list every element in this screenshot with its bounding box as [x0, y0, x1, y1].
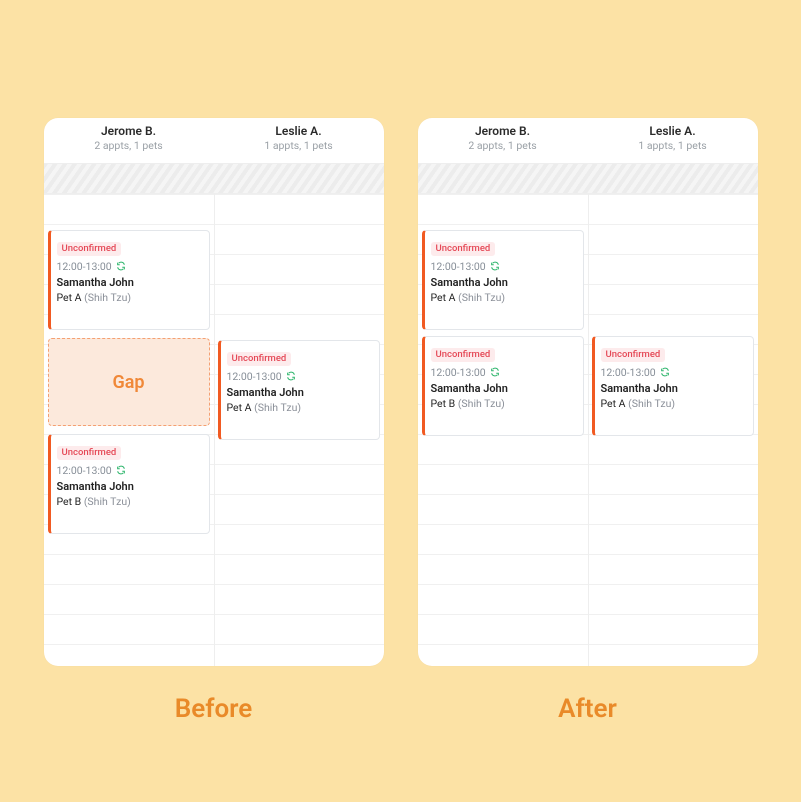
label-after: After [418, 694, 758, 724]
customer-name: Samantha John [57, 276, 203, 289]
appointment-card[interactable]: Unconfirmed 12:00-13:00 Samantha John Pe… [218, 340, 380, 440]
column-separator [214, 194, 215, 666]
staff-subtext: 2 appts, 1 pets [418, 139, 588, 152]
recurring-icon [490, 261, 500, 271]
recurring-icon [660, 367, 670, 377]
column-headers: Jerome B. 2 appts, 1 pets Leslie A. 1 ap… [44, 118, 384, 164]
panel-before: Jerome B. 2 appts, 1 pets Leslie A. 1 ap… [44, 118, 384, 666]
pet-name: Pet A [431, 291, 456, 304]
status-badge: Unconfirmed [57, 242, 122, 256]
status-badge: Unconfirmed [57, 446, 122, 460]
pet-breed: (Shih Tzu) [84, 495, 131, 508]
time-grid[interactable]: Unconfirmed 12:00-13:00 Samantha John Pe… [44, 194, 384, 666]
pet-row: Pet A (Shih Tzu) [227, 401, 373, 414]
appointment-card[interactable]: Unconfirmed 12:00-13:00 Samantha John Pe… [422, 230, 584, 330]
column-header-jerome: Jerome B. 2 appts, 1 pets [44, 118, 214, 163]
customer-name: Samantha John [601, 382, 747, 395]
panel-after: Jerome B. 2 appts, 1 pets Leslie A. 1 ap… [418, 118, 758, 666]
column-separator [588, 194, 589, 666]
customer-name: Samantha John [227, 386, 373, 399]
status-badge: Unconfirmed [601, 348, 666, 362]
appointment-card[interactable]: Unconfirmed 12:00-13:00 Samantha John Pe… [592, 336, 754, 436]
staff-name: Jerome B. [418, 124, 588, 138]
status-badge: Unconfirmed [227, 352, 292, 366]
appointment-time: 12:00-13:00 [431, 366, 486, 379]
staff-subtext: 2 appts, 1 pets [44, 139, 214, 152]
recurring-icon [116, 261, 126, 271]
appointment-time: 12:00-13:00 [431, 260, 486, 273]
pet-name: Pet A [57, 291, 82, 304]
unavailable-band [418, 164, 758, 194]
time-grid[interactable]: Unconfirmed 12:00-13:00 Samantha John Pe… [418, 194, 758, 666]
pet-row: Pet A (Shih Tzu) [57, 291, 203, 304]
appointment-time: 12:00-13:00 [227, 370, 282, 383]
pet-row: Pet B (Shih Tzu) [431, 397, 577, 410]
staff-name: Leslie A. [588, 124, 758, 138]
appointment-time: 12:00-13:00 [57, 260, 112, 273]
comparison-labels: Before After [0, 694, 801, 724]
pet-name: Pet A [227, 401, 252, 414]
recurring-icon [286, 371, 296, 381]
pet-row: Pet A (Shih Tzu) [431, 291, 577, 304]
pet-name: Pet B [57, 495, 82, 508]
pet-breed: (Shih Tzu) [254, 401, 301, 414]
pet-breed: (Shih Tzu) [458, 397, 505, 410]
staff-name: Jerome B. [44, 124, 214, 138]
status-badge: Unconfirmed [431, 348, 496, 362]
customer-name: Samantha John [431, 276, 577, 289]
appointment-card[interactable]: Unconfirmed 12:00-13:00 Samantha John Pe… [48, 230, 210, 330]
recurring-icon [116, 465, 126, 475]
pet-row: Pet B (Shih Tzu) [57, 495, 203, 508]
appointment-card[interactable]: Unconfirmed 12:00-13:00 Samantha John Pe… [48, 434, 210, 534]
staff-subtext: 1 appts, 1 pets [588, 139, 758, 152]
customer-name: Samantha John [57, 480, 203, 493]
column-header-leslie: Leslie A. 1 appts, 1 pets [588, 118, 758, 163]
appointment-time: 12:00-13:00 [57, 464, 112, 477]
gap-label: Gap [112, 372, 144, 393]
unavailable-band [44, 164, 384, 194]
column-header-leslie: Leslie A. 1 appts, 1 pets [214, 118, 384, 163]
customer-name: Samantha John [431, 382, 577, 395]
appointment-card[interactable]: Unconfirmed 12:00-13:00 Samantha John Pe… [422, 336, 584, 436]
pet-breed: (Shih Tzu) [458, 291, 505, 304]
pet-row: Pet A (Shih Tzu) [601, 397, 747, 410]
label-before: Before [44, 694, 384, 724]
appointment-time: 12:00-13:00 [601, 366, 656, 379]
recurring-icon [490, 367, 500, 377]
column-headers: Jerome B. 2 appts, 1 pets Leslie A. 1 ap… [418, 118, 758, 164]
pet-name: Pet A [601, 397, 626, 410]
pet-breed: (Shih Tzu) [84, 291, 131, 304]
pet-name: Pet B [431, 397, 456, 410]
staff-name: Leslie A. [214, 124, 384, 138]
gap-indicator: Gap [48, 338, 210, 426]
staff-subtext: 1 appts, 1 pets [214, 139, 384, 152]
pet-breed: (Shih Tzu) [628, 397, 675, 410]
status-badge: Unconfirmed [431, 242, 496, 256]
column-header-jerome: Jerome B. 2 appts, 1 pets [418, 118, 588, 163]
